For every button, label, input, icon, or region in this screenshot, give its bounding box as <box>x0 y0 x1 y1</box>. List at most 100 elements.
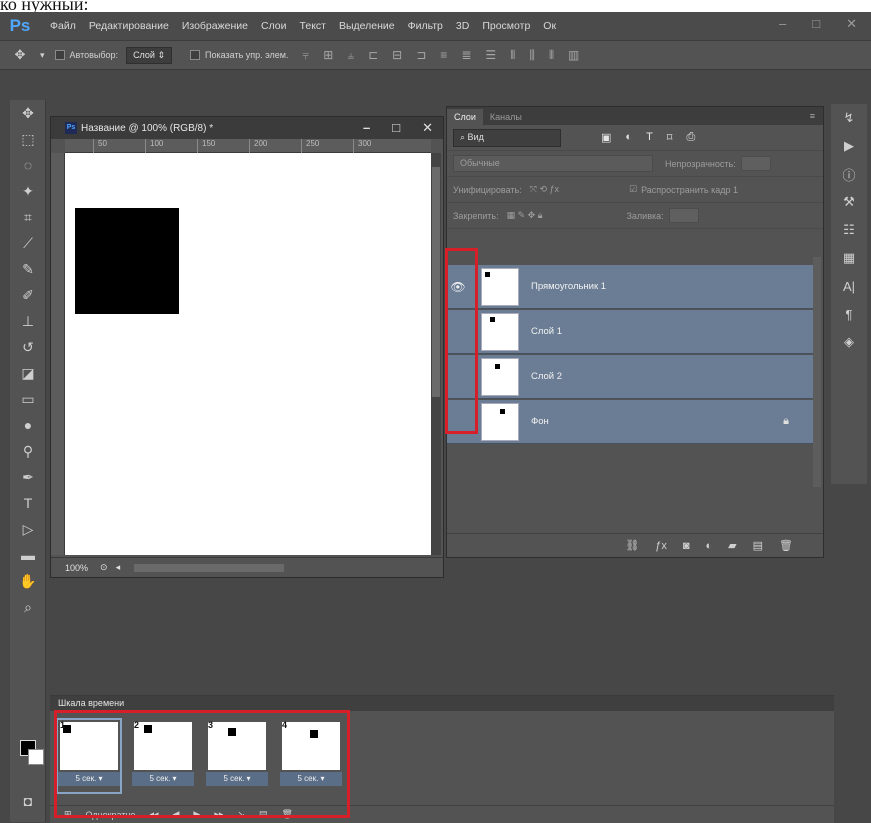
distribute-right-icon[interactable]: ⫴ <box>549 48 554 63</box>
menu-image[interactable]: Изображение <box>182 20 248 32</box>
layer-row[interactable]: ● Слой 2 <box>447 355 813 399</box>
paragraph-panel-icon[interactable]: ¶ <box>831 300 867 328</box>
brush-tool-icon[interactable]: ✐ <box>10 282 46 308</box>
frame-delay-select[interactable]: 5 сек. ▾ <box>280 772 342 786</box>
align-right-icon[interactable]: ⊐ <box>416 48 426 63</box>
swatches-panel-icon[interactable]: ⚒ <box>831 188 867 216</box>
layer-name[interactable]: Слой 1 <box>531 326 562 337</box>
doc-maximize-button[interactable]: □ <box>392 120 400 136</box>
lasso-tool-icon[interactable]: ◌ <box>10 152 46 178</box>
menu-select[interactable]: Выделение <box>339 20 395 32</box>
blur-tool-icon[interactable]: ● <box>10 412 46 438</box>
layer-name[interactable]: Прямоугольник 1 <box>531 281 606 292</box>
info-panel-icon[interactable]: ⓘ <box>831 160 867 188</box>
distribute-bottom-icon[interactable]: ☰ <box>485 48 496 63</box>
convert-timeline-icon[interactable]: ⊞ <box>64 809 72 820</box>
hand-tool-icon[interactable]: ✋ <box>10 568 46 594</box>
delete-frame-icon[interactable]: 🗑︎ <box>281 809 292 820</box>
pen-tool-icon[interactable]: ✒ <box>10 464 46 490</box>
magic-wand-tool-icon[interactable]: ✦ <box>10 178 46 204</box>
frame-delay-select[interactable]: 5 сек. ▾ <box>206 772 268 786</box>
document-tab[interactable]: Ps Название @ 100% (RGB/8) * – □ ✕ <box>51 117 443 139</box>
doc-close-button[interactable]: ✕ <box>422 120 433 136</box>
gradient-tool-icon[interactable]: ▭ <box>10 386 46 412</box>
layer-row[interactable]: ● Слой 1 <box>447 310 813 354</box>
distribute-top-icon[interactable]: ≡ <box>440 48 447 63</box>
layer-row[interactable]: ● Фон 🔒︎ <box>447 400 813 444</box>
vertical-scrollbar-thumb[interactable] <box>432 167 440 397</box>
delete-layer-icon[interactable]: 🗑︎ <box>779 539 793 552</box>
vertical-scrollbar[interactable] <box>431 153 441 555</box>
healing-brush-tool-icon[interactable]: ✎ <box>10 256 46 282</box>
auto-align-icon[interactable]: ▥ <box>568 48 579 63</box>
tab-channels[interactable]: Каналы <box>483 109 529 125</box>
move-tool-icon[interactable]: ✥ <box>10 100 46 126</box>
tween-icon[interactable]: ↘ <box>237 809 245 820</box>
align-top-icon[interactable]: ⫧ <box>302 48 309 63</box>
lock-icons[interactable]: ▦ ✎ ✥ 🔒︎ <box>507 210 543 221</box>
history-brush-tool-icon[interactable]: ↺ <box>10 334 46 360</box>
eraser-tool-icon[interactable]: ◪ <box>10 360 46 386</box>
3d-panel-icon[interactable]: ◈ <box>831 328 867 356</box>
play-icon[interactable]: ▶ <box>193 809 200 820</box>
filter-pixel-icon[interactable]: ▣ <box>601 131 611 144</box>
animation-frame[interactable]: 4 5 сек. ▾ <box>280 720 342 792</box>
fill-input[interactable] <box>668 208 699 223</box>
animation-frame[interactable]: 3 5 сек. ▾ <box>206 720 268 792</box>
duplicate-frame-icon[interactable]: ▤ <box>259 809 268 820</box>
panel-menu-icon[interactable]: ≡ <box>810 111 815 121</box>
first-frame-icon[interactable]: ◂◂ <box>149 809 158 820</box>
visibility-eye-icon[interactable]: ● <box>447 370 469 384</box>
filter-type-icon[interactable]: T <box>646 131 653 144</box>
autoselect-select[interactable]: Слой ⇕ <box>126 46 172 64</box>
new-layer-icon[interactable]: ▤ <box>753 539 763 552</box>
loop-select[interactable]: Однократно <box>86 810 136 820</box>
filter-smart-object-icon[interactable]: ⎙ <box>686 131 695 144</box>
black-rectangle-shape[interactable] <box>75 208 179 314</box>
eyedropper-tool-icon[interactable]: ⟋ <box>10 230 46 256</box>
close-button[interactable]: ✕ <box>846 16 857 32</box>
filter-shape-icon[interactable]: ⌑ <box>667 131 673 144</box>
horizontal-scrollbar-thumb[interactable] <box>134 563 285 572</box>
visibility-eye-icon[interactable]: ● <box>447 415 469 429</box>
blend-mode-select[interactable]: Обычные <box>453 155 653 172</box>
previous-frame-icon[interactable]: ◀ <box>172 809 179 820</box>
clone-stamp-tool-icon[interactable]: ⊥ <box>10 308 46 334</box>
filter-adjustment-icon[interactable]: ◐ <box>625 131 632 144</box>
animation-frame[interactable]: 2 5 сек. ▾ <box>132 720 194 792</box>
tab-layers[interactable]: Слои <box>447 109 483 125</box>
character-panel-icon[interactable]: A| <box>831 272 867 300</box>
zoom-tool-icon[interactable]: ⌕ <box>10 594 46 620</box>
align-left-icon[interactable]: ⊏ <box>368 48 378 63</box>
document-canvas[interactable] <box>65 153 431 555</box>
menu-type[interactable]: Текст <box>300 20 326 32</box>
tool-preset-dropdown-icon[interactable]: ▾ <box>40 50 45 61</box>
show-transform-checkbox[interactable] <box>190 50 200 60</box>
frame-delay-select[interactable]: 5 сек. ▾ <box>58 772 120 786</box>
maximize-button[interactable]: □ <box>812 16 820 32</box>
autoselect-checkbox[interactable] <box>54 50 65 60</box>
color-swatches[interactable] <box>18 740 48 770</box>
minimize-button[interactable]: – <box>779 16 786 32</box>
menu-view[interactable]: Просмотр <box>482 20 530 32</box>
background-color-swatch[interactable] <box>28 749 44 765</box>
propagate-checkbox[interactable]: ☑ <box>629 184 637 195</box>
opacity-input[interactable] <box>740 156 771 171</box>
status-arrow-icon[interactable]: ◂ <box>116 562 121 573</box>
menu-window[interactable]: Ок <box>543 20 556 32</box>
menu-edit[interactable]: Редактирование <box>89 20 169 32</box>
next-frame-icon[interactable]: ▸▸ <box>214 809 223 820</box>
align-vcenter-icon[interactable]: ⊞ <box>323 48 333 63</box>
visibility-eye-icon[interactable]: 👁︎ <box>447 280 469 294</box>
align-hcenter-icon[interactable]: ⊟ <box>392 48 402 63</box>
adjustments-panel-icon[interactable]: ☷ <box>831 216 867 244</box>
frame-delay-select[interactable]: 5 сек. ▾ <box>132 772 194 786</box>
status-info-icon[interactable]: ⊙ <box>100 562 108 573</box>
new-group-icon[interactable]: ▰ <box>728 539 736 552</box>
doc-minimize-button[interactable]: – <box>363 120 370 136</box>
link-layers-icon[interactable]: ⛓ <box>625 539 639 552</box>
path-selection-tool-icon[interactable]: ▷ <box>10 516 46 542</box>
menu-3d[interactable]: 3D <box>456 20 469 32</box>
zoom-level[interactable]: 100% <box>65 563 88 573</box>
layer-name[interactable]: Слой 2 <box>531 371 562 382</box>
